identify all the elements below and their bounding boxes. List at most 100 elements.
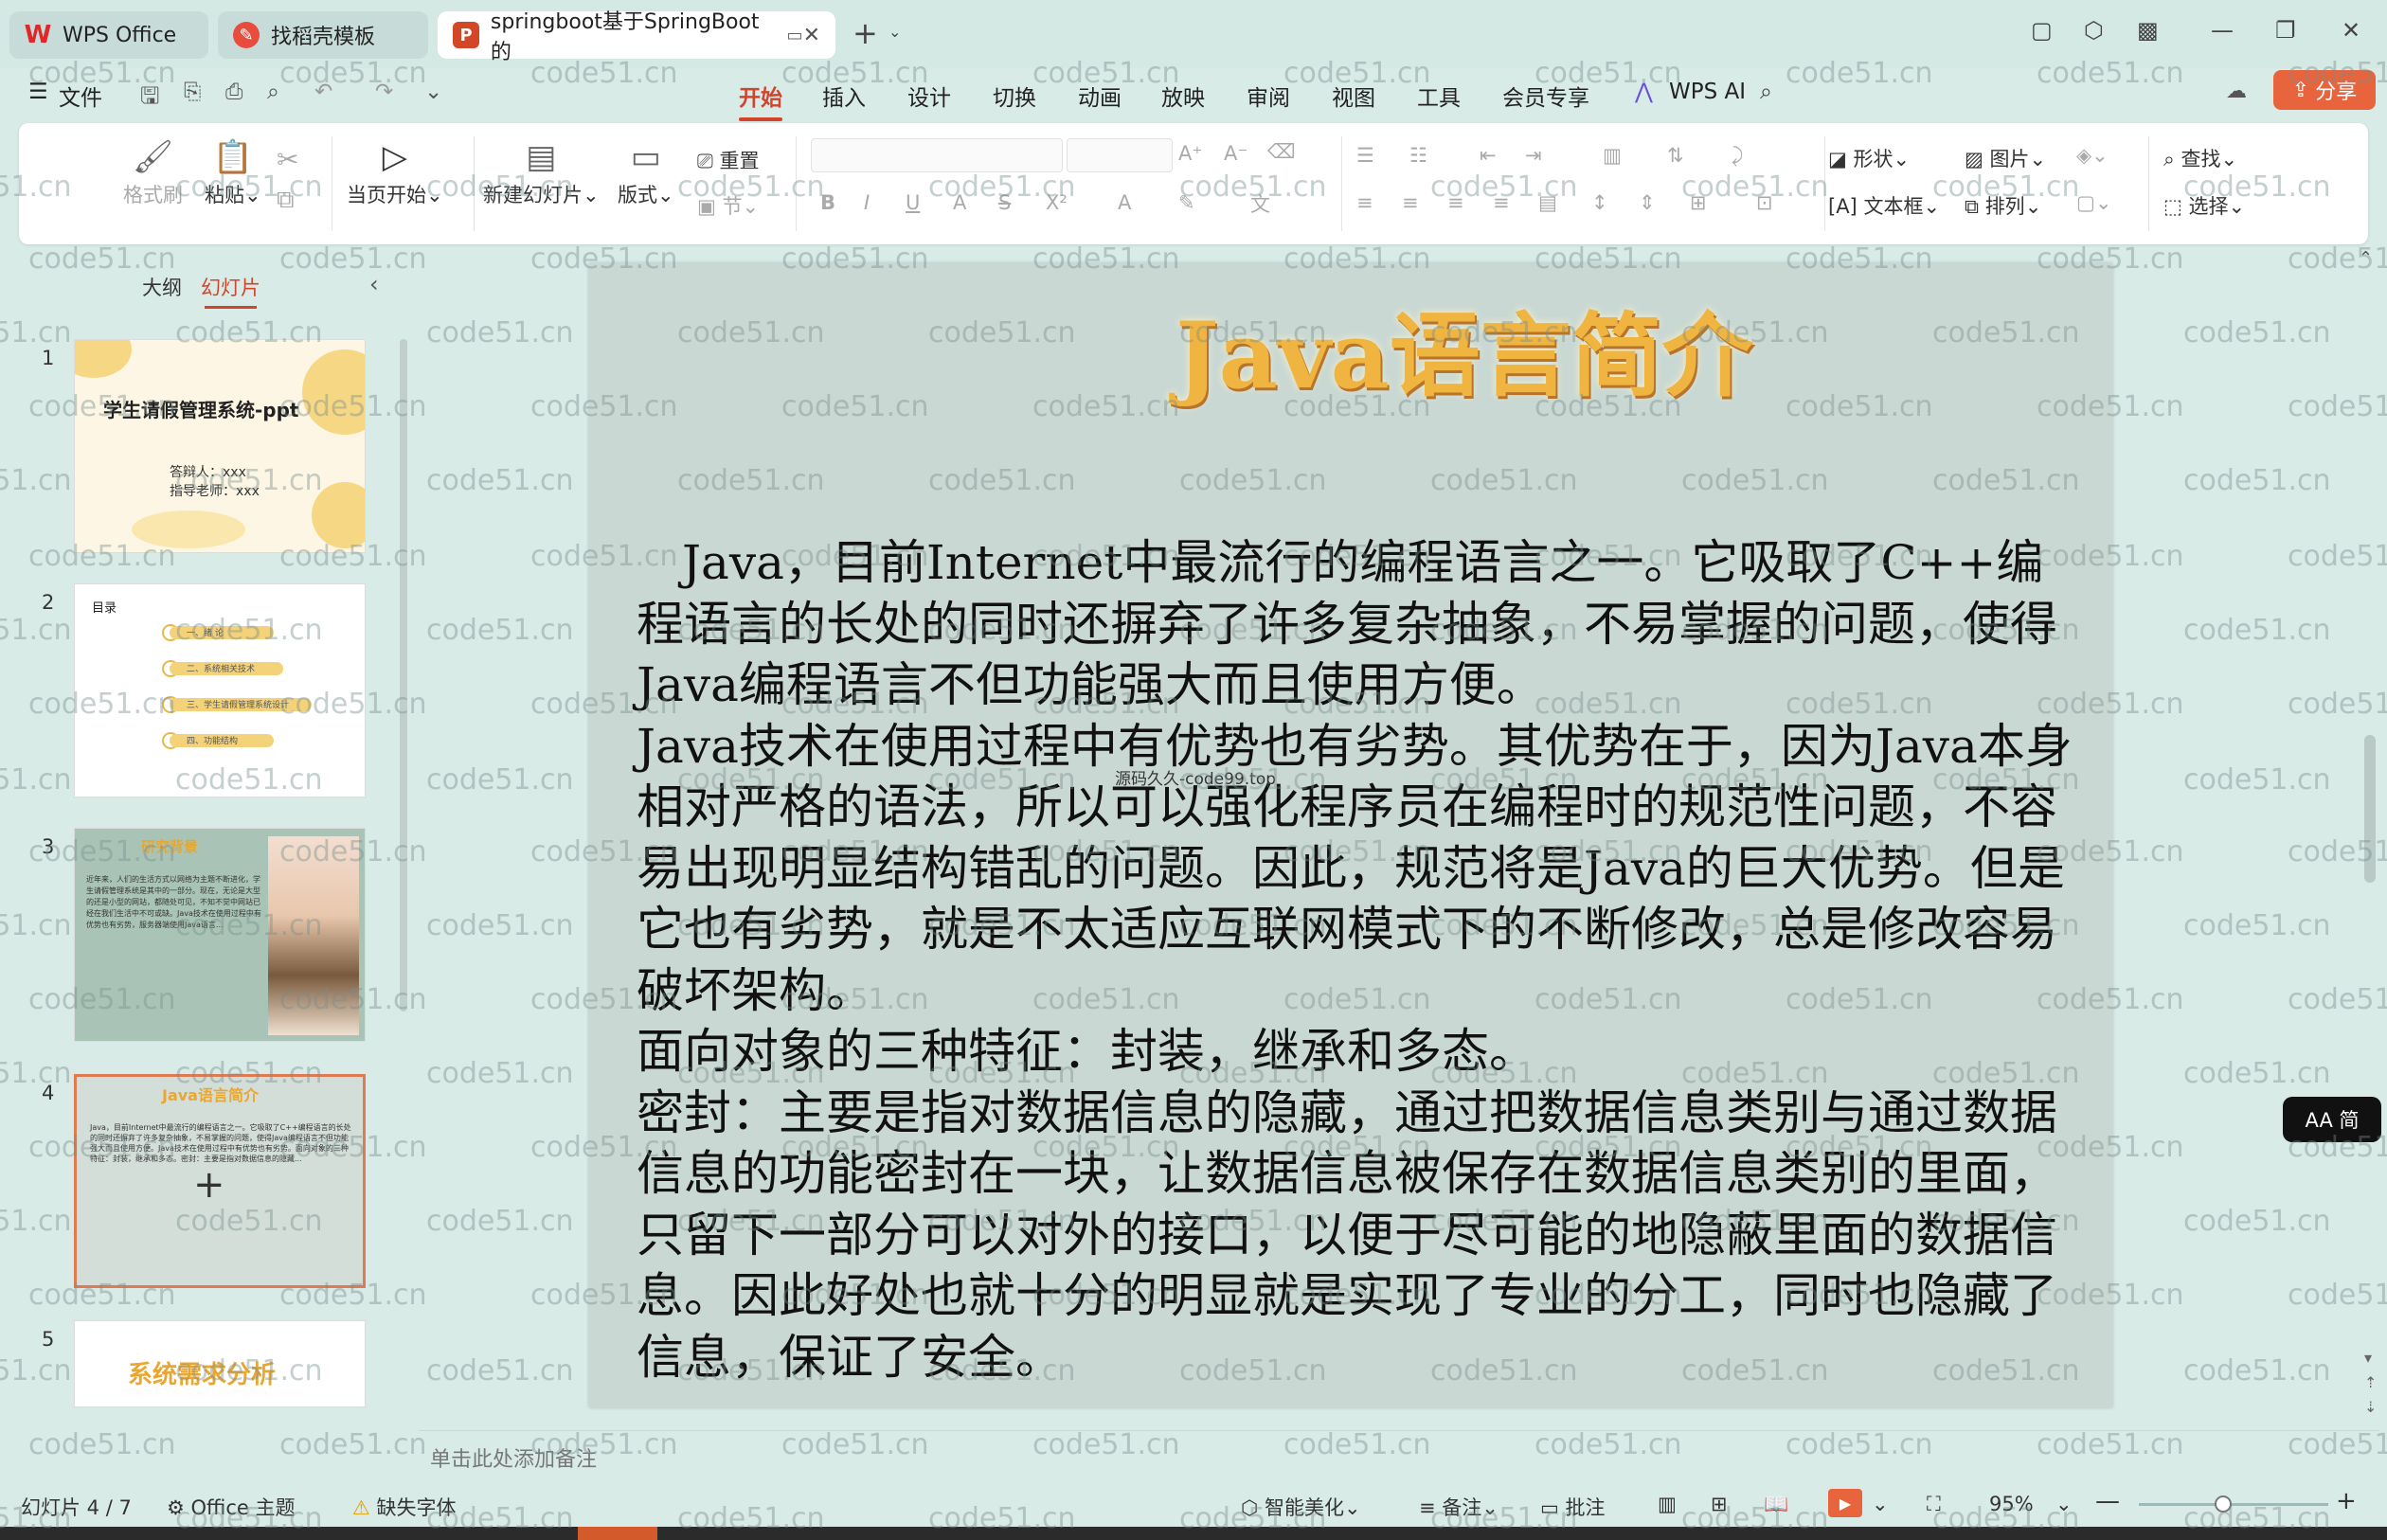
copy-icon[interactable]: ⧉ [277,186,295,215]
close-window-icon[interactable]: ✕ [2342,17,2360,44]
shrink-font-icon[interactable]: A⁻ [1224,142,1247,165]
font-family-select[interactable] [811,138,1063,172]
columns-icon[interactable]: ▥ [1603,144,1622,167]
menu-file[interactable]: 文件 [59,80,102,112]
shape-button[interactable]: ◪ 形状⌄ [1828,144,1910,172]
new-tab-icon[interactable]: + [852,15,878,51]
export-icon[interactable]: ⎘ [184,80,201,104]
hamburger-icon[interactable]: ☰ [28,80,48,104]
redo-icon[interactable]: ↷ [375,80,393,104]
slide-body-textbox[interactable]: Java，目前Internet中最流行的编程语言之一。它吸取了C++编程语言的长… [637,532,2086,1388]
menu-slideshow[interactable]: 放映 [1161,80,1205,112]
paste-button[interactable]: 📋 粘贴⌄ [205,138,261,208]
layout-button[interactable]: ▭ 版式⌄ [618,138,674,208]
share-button[interactable]: ⇪ 分享 [2273,70,2376,110]
notes-area[interactable]: 单击此处添加备注 [419,1430,2379,1477]
find-button[interactable]: ⌕ 查找⌄ [2163,144,2237,172]
reset-button[interactable]: ⎚ 重置 [697,146,760,174]
distribute-icon[interactable]: ▤ [1538,191,1557,214]
maximize-icon[interactable]: ❐ [2275,17,2296,44]
grow-font-icon[interactable]: A⁺ [1178,142,1202,165]
text-direction-icon[interactable]: ⤸ [1732,144,1744,168]
font-color-icon[interactable]: A [1118,191,1131,214]
slide-thumbnail-1[interactable]: 学生请假管理系统-ppt 答辩人：xxx 指导老师：xxx [74,339,366,553]
decrease-indent-icon[interactable]: ⇤ [1480,144,1497,167]
new-slide-button[interactable]: ▤ 新建幻灯片⌄ [483,138,600,208]
menu-insert[interactable]: 插入 [822,80,866,112]
menu-wps-ai[interactable]: WPS AI [1669,80,1746,104]
zoom-level[interactable]: 95% [1989,1493,2034,1515]
tab-slides[interactable]: 幻灯片 [201,273,260,309]
picture-button[interactable]: ▨ 图片⌄ [1965,144,2046,172]
chevron-down-icon[interactable]: ⌄ [2055,1493,2073,1515]
undo-icon[interactable]: ↶ [314,80,332,104]
wps-ai-icon[interactable]: ⋀ [1635,80,1653,104]
bullet-list-icon[interactable]: ☰ [1356,144,1374,167]
avatar[interactable]: ▩ [2137,17,2159,44]
underline-icon[interactable]: U [906,191,920,214]
normal-view-icon[interactable]: ▥ [1658,1493,1677,1515]
arrange-button[interactable]: ⧉ 排列⌄ [1965,191,2041,220]
cloud-icon[interactable]: ☁ [2226,80,2247,103]
superscript-icon[interactable]: X² [1046,191,1068,214]
add-slide-icon[interactable]: + [193,1163,225,1207]
menu-tools[interactable]: 工具 [1417,80,1461,112]
play-current-button[interactable]: ▷ 当页开始⌄ [347,138,443,208]
phonetic-icon[interactable]: 文 [1250,189,1270,218]
theme-button[interactable]: ⚙ Office 主题 [167,1493,296,1521]
bold-icon[interactable]: B [820,191,835,214]
comments-button[interactable]: ▭ 批注 [1540,1493,1606,1521]
tab-document[interactable]: P springboot基于SpringBoot的 ▭ ✕ [438,10,835,64]
cut-icon[interactable]: ✂ [277,144,298,175]
text-box-align-icon[interactable]: ⊡ [1756,191,1773,214]
clear-format-icon[interactable]: ⌫ [1267,140,1296,163]
sorter-view-icon[interactable]: ⊞ [1711,1493,1728,1515]
justify-icon[interactable]: ≡ [1493,191,1510,214]
slideshow-play-button[interactable]: ▶ [1828,1489,1862,1517]
slide-thumbnail-3[interactable]: 研究背景 近年来，人们的生活方式以网络为主题不断进化，学生请假管理系统是其中的一… [74,828,366,1042]
vertical-align-icon[interactable]: ⊞ [1690,191,1707,214]
format-painter-button[interactable]: 🖌 格式刷 [123,138,183,208]
chevron-down-icon[interactable]: ⌄ [888,23,901,41]
slide-title[interactable]: Java语言简介 [589,282,2112,414]
cube-icon[interactable]: ⬡ [2084,17,2104,44]
align-left-icon[interactable]: ≡ [1356,191,1373,214]
missing-font-button[interactable]: ⚠ 缺失字体 [352,1493,457,1521]
increase-indent-icon[interactable]: ⇥ [1525,144,1542,167]
slide-thumbnail-5[interactable]: 系统需求分析 [74,1320,366,1407]
menu-review[interactable]: 审阅 [1247,80,1290,112]
next-slide-icon[interactable]: ⇣ [2364,1398,2377,1416]
menu-transition[interactable]: 切换 [993,80,1036,112]
numbered-list-icon[interactable]: ☷ [1409,144,1427,167]
sort-icon[interactable]: ⇅ [1667,144,1684,167]
print-icon[interactable]: ⎙ [225,80,242,104]
section-button[interactable]: ▣ 节⌄ [697,191,759,220]
slide-scrollbar[interactable] [2364,735,2376,883]
italic-icon[interactable]: I [864,191,870,214]
collapse-panel-icon[interactable]: ‹ [369,271,379,297]
fit-window-icon[interactable]: ⛶ [1927,1493,1941,1516]
minimize-icon[interactable]: — [2211,17,2234,44]
beautify-button[interactable]: ⬡ 智能美化⌄ [1241,1493,1361,1521]
align-right-icon[interactable]: ≡ [1447,191,1464,214]
panel-scrollbar[interactable] [400,339,407,1012]
paragraph-spacing-icon[interactable]: ⇕ [1639,191,1656,214]
line-spacing-icon[interactable]: ↕ [1591,191,1608,214]
zoom-slider[interactable] [2139,1503,2328,1506]
highlight-icon[interactable]: ✎ [1178,191,1195,214]
font-size-select[interactable] [1067,138,1173,172]
outline-icon[interactable]: ▢⌄ [2076,191,2111,214]
save-icon[interactable]: 🖫 [140,80,159,118]
textbox-button[interactable]: [A] 文本框⌄ [1828,191,1940,220]
tab-template[interactable]: ✎ 找稻壳模板 [218,11,428,59]
menu-view[interactable]: 视图 [1332,80,1375,112]
select-button[interactable]: ⬚ 选择⌄ [2163,191,2245,220]
slide-canvas[interactable]: Java语言简介 Java，目前Internet中最流行的编程语言之一。它吸取了… [589,263,2112,1407]
font-convert-button[interactable]: AA 简 [2283,1097,2381,1142]
strike-icon[interactable]: A [953,191,966,214]
tab-wps-office[interactable]: W WPS Office [9,11,208,59]
notes-button[interactable]: ≡ 备注⌄ [1419,1493,1499,1521]
prev-slide-icon[interactable]: ⇡ [2364,1373,2377,1391]
fill-icon[interactable]: ◈⌄ [2076,144,2109,167]
window-layout-icon[interactable]: ▢ [2031,17,2053,44]
